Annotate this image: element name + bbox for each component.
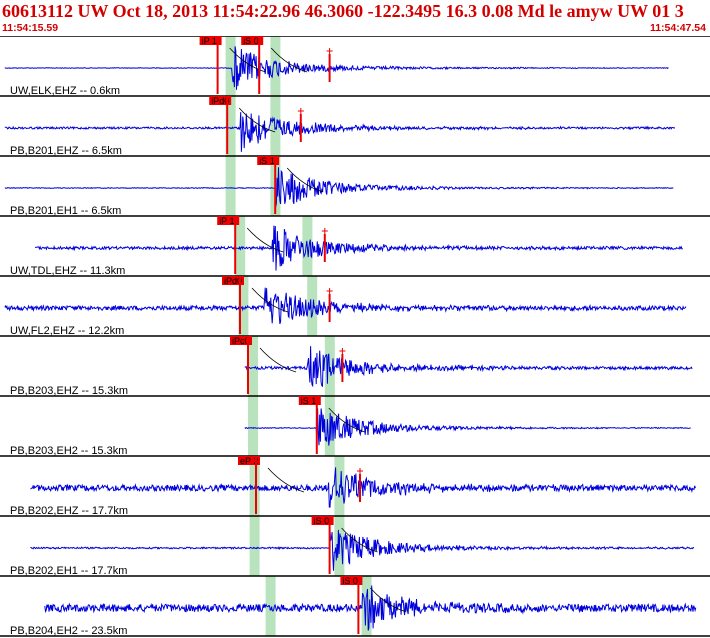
- end-time-label: 11:54:47.54: [649, 22, 706, 34]
- waveform-trace: [4, 167, 674, 208]
- station-label: PB,B204,EH2 -- 23.5km: [10, 625, 127, 637]
- pick-label: iS 1: [259, 156, 275, 166]
- station-label: PB,B203,EH2 -- 15.3km: [10, 445, 127, 457]
- waveform-trace: [30, 529, 695, 571]
- station-label: PB,B202,EHZ -- 17.7km: [10, 505, 128, 517]
- station-label: UW,ELK,EHZ -- 0.6km: [10, 85, 120, 97]
- waveform-trace: [4, 287, 687, 325]
- predicted-arrival-curve: [238, 107, 276, 133]
- waveform-trace: [244, 346, 693, 388]
- waveform-trace: [34, 225, 683, 271]
- station-label: UW,TDL,EHZ -- 11.3km: [10, 265, 125, 277]
- pick-label: iP 1: [202, 36, 217, 46]
- station-label: UW,FL2,EHZ -- 12.2km: [10, 325, 124, 337]
- window-start-bar: [249, 516, 260, 576]
- waveform-trace: [30, 467, 696, 508]
- pick-label: iS 0: [342, 576, 358, 586]
- window-start-bar: [225, 156, 236, 216]
- pick-label: iS 0: [243, 36, 259, 46]
- station-label: PB,B201,EH1 -- 6.5km: [10, 205, 121, 217]
- waveform-trace: [4, 46, 669, 90]
- pick-label: iP 1: [219, 216, 234, 226]
- pick-label: iS 0: [314, 516, 330, 526]
- station-label: PB,B202,EH1 -- 17.7km: [10, 565, 127, 577]
- waveform-trace: [244, 408, 691, 446]
- window-start-bar: [248, 396, 258, 456]
- event-header-title: 60613112 UW Oct 18, 2013 11:54:22.96 46.…: [2, 1, 684, 21]
- station-label: PB,B201,EHZ -- 6.5km: [10, 145, 122, 157]
- pick-label: iPc0: [232, 336, 250, 346]
- traces: [4, 46, 697, 631]
- station-labels: UW,ELK,EHZ -- 0.6km PB,B201,EHZ -- 6.5km P…: [10, 85, 128, 637]
- start-time-label: 11:54:15.59: [2, 22, 59, 34]
- seismogram-plot: iP 1 iS 0iPd0iS 1iP 1iPd0iPc0iS 1eP 2iS 0…: [0, 36, 710, 637]
- station-label: PB,B203,EHZ -- 15.3km: [10, 385, 128, 397]
- pick-label: iS 1: [301, 396, 317, 406]
